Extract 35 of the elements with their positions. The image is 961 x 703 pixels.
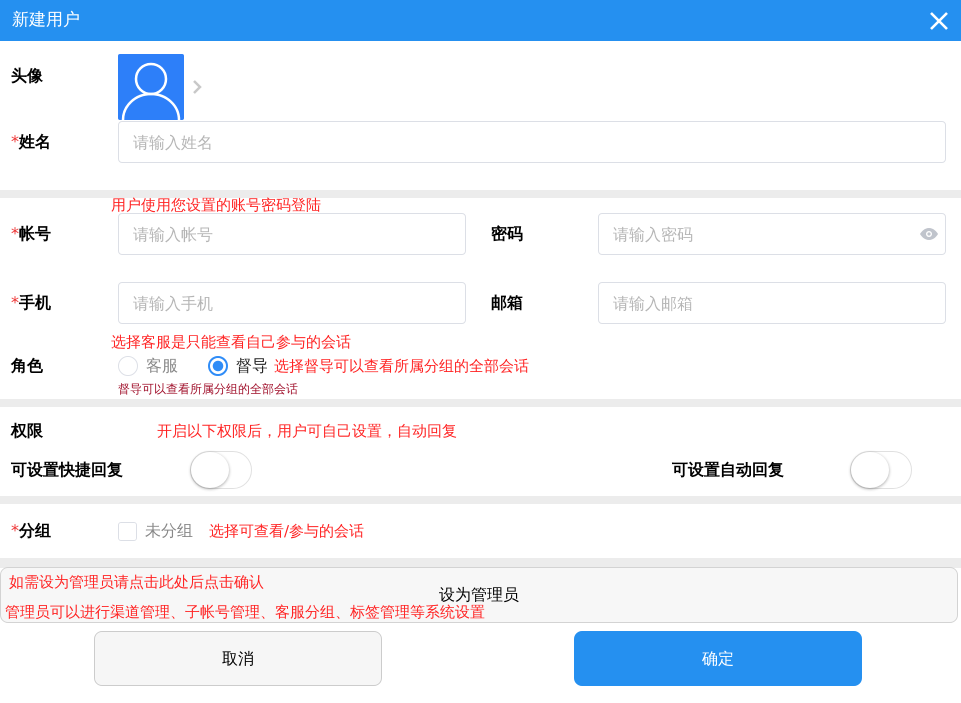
toggle-label: 可设置自动回复 [672, 459, 785, 481]
checkbox-option[interactable]: 未分组 [118, 519, 193, 543]
note-text: 如需设为管理员请点击此处后点击确认 [9, 572, 264, 592]
field-label: *手机 [11, 293, 51, 312]
radio-option[interactable]: 督导 [208, 354, 268, 378]
field-label: 头像 [11, 66, 43, 85]
field-label: 邮箱 [491, 293, 523, 312]
input-field[interactable]: 请输入手机 [118, 282, 466, 324]
chevron-right-icon[interactable] [192, 79, 202, 95]
field-label: 角色 [11, 356, 43, 375]
input-field[interactable]: 请输入姓名 [118, 121, 946, 163]
hint-text: 督导可以查看所属分组的全部会话 [118, 381, 298, 398]
note-text: 选择督导可以查看所属分组的全部会话 [274, 356, 529, 377]
eye-icon[interactable] [920, 228, 938, 240]
input-field[interactable]: 请输入帐号 [118, 213, 466, 255]
input-field[interactable]: 请输入邮箱 [598, 282, 946, 324]
toggle-switch[interactable] [850, 451, 912, 489]
toggle-label: 可设置快捷回复 [11, 459, 124, 481]
note-text: 用户使用您设置的账号密码登陆 [111, 198, 321, 213]
dialog-title: 新建用户 [12, 8, 80, 32]
cancel-button[interactable]: 取消 [94, 631, 382, 686]
close-icon[interactable] [929, 10, 949, 30]
avatar-icon[interactable] [118, 54, 184, 120]
field-label: 权限 [11, 421, 43, 440]
field-label: *分组 [11, 521, 51, 540]
field-label: *姓名 [11, 132, 51, 151]
description-text: 管理员可以进行渠道管理、子帐号管理、客服分组、标签管理等系统设置 [5, 602, 485, 622]
note-text: 选择可查看/参与的会话 [209, 520, 364, 542]
field-label: *帐号 [11, 224, 51, 243]
radio-option[interactable]: 客服 [118, 354, 178, 378]
note-text: 开启以下权限后，用户可自己设置，自动回复 [157, 420, 457, 442]
toggle-switch[interactable] [190, 451, 252, 489]
input-field[interactable]: 请输入密码 [598, 213, 946, 255]
field-label: 密码 [491, 224, 523, 243]
note-text: 选择客服是只能查看自己参与的会话 [111, 332, 352, 353]
